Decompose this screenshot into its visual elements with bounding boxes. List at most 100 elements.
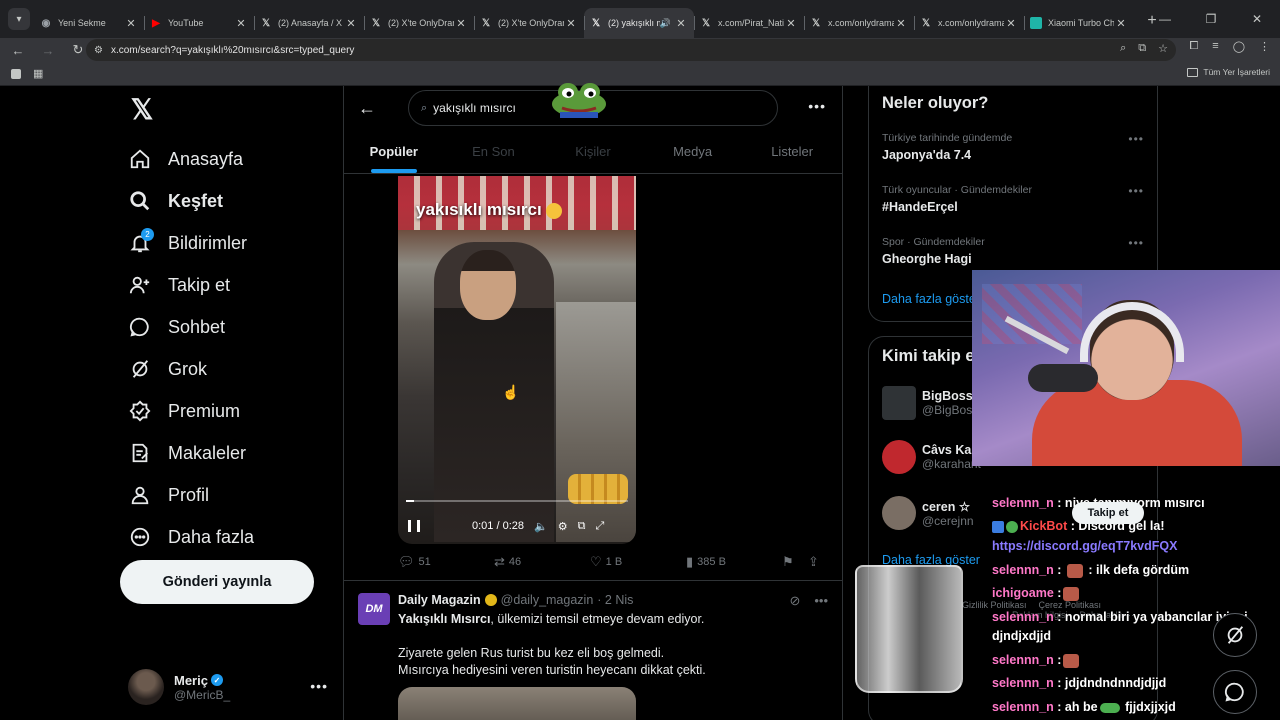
address-bar[interactable]: ⚙ x.com/search?q=yakışıklı%20mısırcı&src… [86,39,1176,61]
speaker-icon[interactable]: 🔊 [660,18,671,29]
profile-icon[interactable]: ◯ [1233,40,1245,53]
browser-tab[interactable]: ▶ YouTube ✕ [144,8,254,38]
back-arrow-icon[interactable]: ← [358,98,376,119]
more-dots-icon[interactable]: ••• [310,678,328,694]
tab-lists[interactable]: Listeler [742,130,842,173]
close-tab-icon[interactable]: ✕ [1114,17,1128,30]
more-dots-icon[interactable]: ••• [808,98,826,114]
volume-icon[interactable]: 🔈 [534,520,548,533]
media-control-icon[interactable]: ≡ [1212,40,1218,53]
tweet-author-handle[interactable]: @daily_magazin [501,593,594,607]
close-tab-icon[interactable]: ✕ [234,17,248,30]
browser-tab[interactable]: Xiaomi Turbo Cha ✕ [1024,8,1134,38]
browser-menu-icon[interactable]: ⋮ [1259,40,1270,53]
nav-item-profile[interactable]: Profil [128,474,328,516]
video-progress-bar[interactable] [406,500,628,502]
tab-latest[interactable]: En Son [444,130,544,173]
nav-item-explore[interactable]: Keşfet [128,180,328,222]
trend-item[interactable]: Türkiye tarihinde gündemde Japonya'da 7.… [882,132,1152,162]
forward-button[interactable]: → [36,40,60,60]
nav-item-notifications[interactable]: 2 Bildirimler [128,222,328,264]
suggested-user[interactable]: ceren ☆ @cerejnn [882,493,974,533]
zoom-icon[interactable]: ⌕ [1120,42,1126,55]
grok-float-button[interactable] [1213,613,1257,657]
nav-item-premium[interactable]: Premium [128,390,328,432]
close-tab-icon[interactable]: ✕ [674,17,688,30]
bookmark-star-icon[interactable]: ☆ [1158,42,1168,55]
grok-icon[interactable]: ⊘ [789,593,800,609]
close-tab-icon[interactable]: ✕ [454,17,468,30]
maximize-icon[interactable]: ❐ [1188,0,1234,38]
close-tab-icon[interactable]: ✕ [784,17,798,30]
trend-item[interactable]: Türk oyuncular · Gündemdekiler #HandeErç… [882,184,1152,214]
all-bookmarks-button[interactable]: Tüm Yer İşaretleri [1187,67,1270,77]
avatar [882,386,916,420]
account-switcher[interactable]: Meriç ✓ @MericB_ ••• [128,666,328,708]
window-controls: — ❐ ✕ [1142,0,1280,38]
search-icon: ⌕ [421,101,428,114]
tweet[interactable]: DM Daily Magazin @daily_magazin · 2 Nis … [344,580,842,720]
fullscreen-icon[interactable]: ⤢ [595,520,604,533]
browser-tab[interactable]: 𝕏(2) X'te OnlyDrama✕ [364,8,474,38]
browser-tab[interactable]: 𝕏x.com/Pirat_Natio ✕ [694,8,804,38]
suggested-user[interactable]: BigBoss @BigBos [882,383,973,423]
trend-item[interactable]: Spor · Gündemdekiler Gheorghe Hagi ••• [882,236,1152,266]
video-player[interactable]: yakısıklı mısırcı 0:01 / 0:28 🔈 ⚙ ⧉ ⤢ [398,176,636,544]
tweet-date[interactable]: · 2 Nis [597,593,633,607]
more-dots-icon[interactable]: ••• [1128,184,1144,198]
close-tab-icon[interactable]: ✕ [564,17,578,30]
browser-tab[interactable]: 𝕏x.com/onlydrama ✕ [804,8,914,38]
extensions-icon[interactable]: ⧠ [1189,40,1198,53]
close-window-icon[interactable]: ✕ [1234,0,1280,38]
browser-tab[interactable]: 𝕏(2) X'te OnlyDrama✕ [474,8,584,38]
x-logo-icon: 𝕏 [261,17,271,29]
bookmark-button[interactable]: ⚑ [782,554,808,570]
tab-people[interactable]: Kişiler [543,130,643,173]
site-info-icon[interactable]: ⚙ [94,45,103,56]
back-button[interactable]: ← [6,40,30,60]
browser-tab-active[interactable]: 𝕏 (2) yakışıklı m 🔊 ✕ [584,8,694,38]
nav-item-follow[interactable]: Takip et [128,264,328,306]
pip-icon[interactable]: ⧉ [578,520,586,533]
tweet-author-name[interactable]: Daily Magazin [398,593,481,607]
reply-button[interactable]: 💬︎ 51 [398,554,494,570]
like-button[interactable]: ♡ 1 B [590,554,686,570]
nav-item-more[interactable]: Daha fazla [128,516,328,558]
close-tab-icon[interactable]: ✕ [124,17,138,30]
share-button[interactable]: ⇪ [808,554,819,570]
more-dots-icon[interactable]: ••• [814,593,828,609]
suggested-user[interactable]: Câvs Kar @karahant [882,437,981,477]
more-dots-icon[interactable]: ••• [1128,132,1144,146]
nav-item-grok[interactable]: Grok [128,348,328,390]
post-button[interactable]: Gönderi yayınla [120,560,314,604]
show-more-link[interactable]: Daha fazla göster [882,292,980,306]
x-logo-icon[interactable]: 𝕏 [128,96,156,124]
nav-item-chat[interactable]: Sohbet [128,306,328,348]
follow-button[interactable]: Takip et [1072,502,1144,524]
tweet-media[interactable] [398,687,636,720]
close-tab-icon[interactable]: ✕ [1004,17,1018,30]
messages-float-button[interactable] [1213,670,1257,714]
tab-media[interactable]: Medya [643,130,743,173]
avatar[interactable]: DM [358,593,390,625]
settings-icon[interactable]: ⚙ [558,520,568,533]
nav-item-home[interactable]: Anasayfa [128,138,328,180]
tab-search-button[interactable]: ▾ [8,8,30,30]
browser-tab[interactable]: 𝕏x.com/onlydrama ✕ [914,8,1024,38]
minimize-icon[interactable]: — [1142,0,1188,38]
bookmark-icon[interactable] [11,68,21,79]
install-app-icon[interactable]: ⧉ [1138,42,1146,55]
browser-tab[interactable]: 𝕏 (2) Anasayfa / X ✕ [254,8,364,38]
close-tab-icon[interactable]: ✕ [344,17,358,30]
more-dots-icon[interactable]: ••• [1128,236,1144,250]
nav-item-articles[interactable]: Makaleler [128,432,328,474]
apps-grid-icon[interactable]: ▦ [33,67,43,80]
views-button[interactable]: ▮ 385 B [686,554,782,570]
browser-tab[interactable]: ◉ Yeni Sekme ✕ [34,8,144,38]
tab-popular[interactable]: Popüler [344,130,444,173]
bookmarks-bar: ▦ Tüm Yer İşaretleri [0,62,1280,86]
discord-link[interactable]: https://discord.gg/eqT7kvdFQX [992,539,1177,553]
repost-button[interactable]: ⇄ 46 [494,554,590,570]
pause-icon[interactable] [408,520,420,532]
close-tab-icon[interactable]: ✕ [894,17,908,30]
